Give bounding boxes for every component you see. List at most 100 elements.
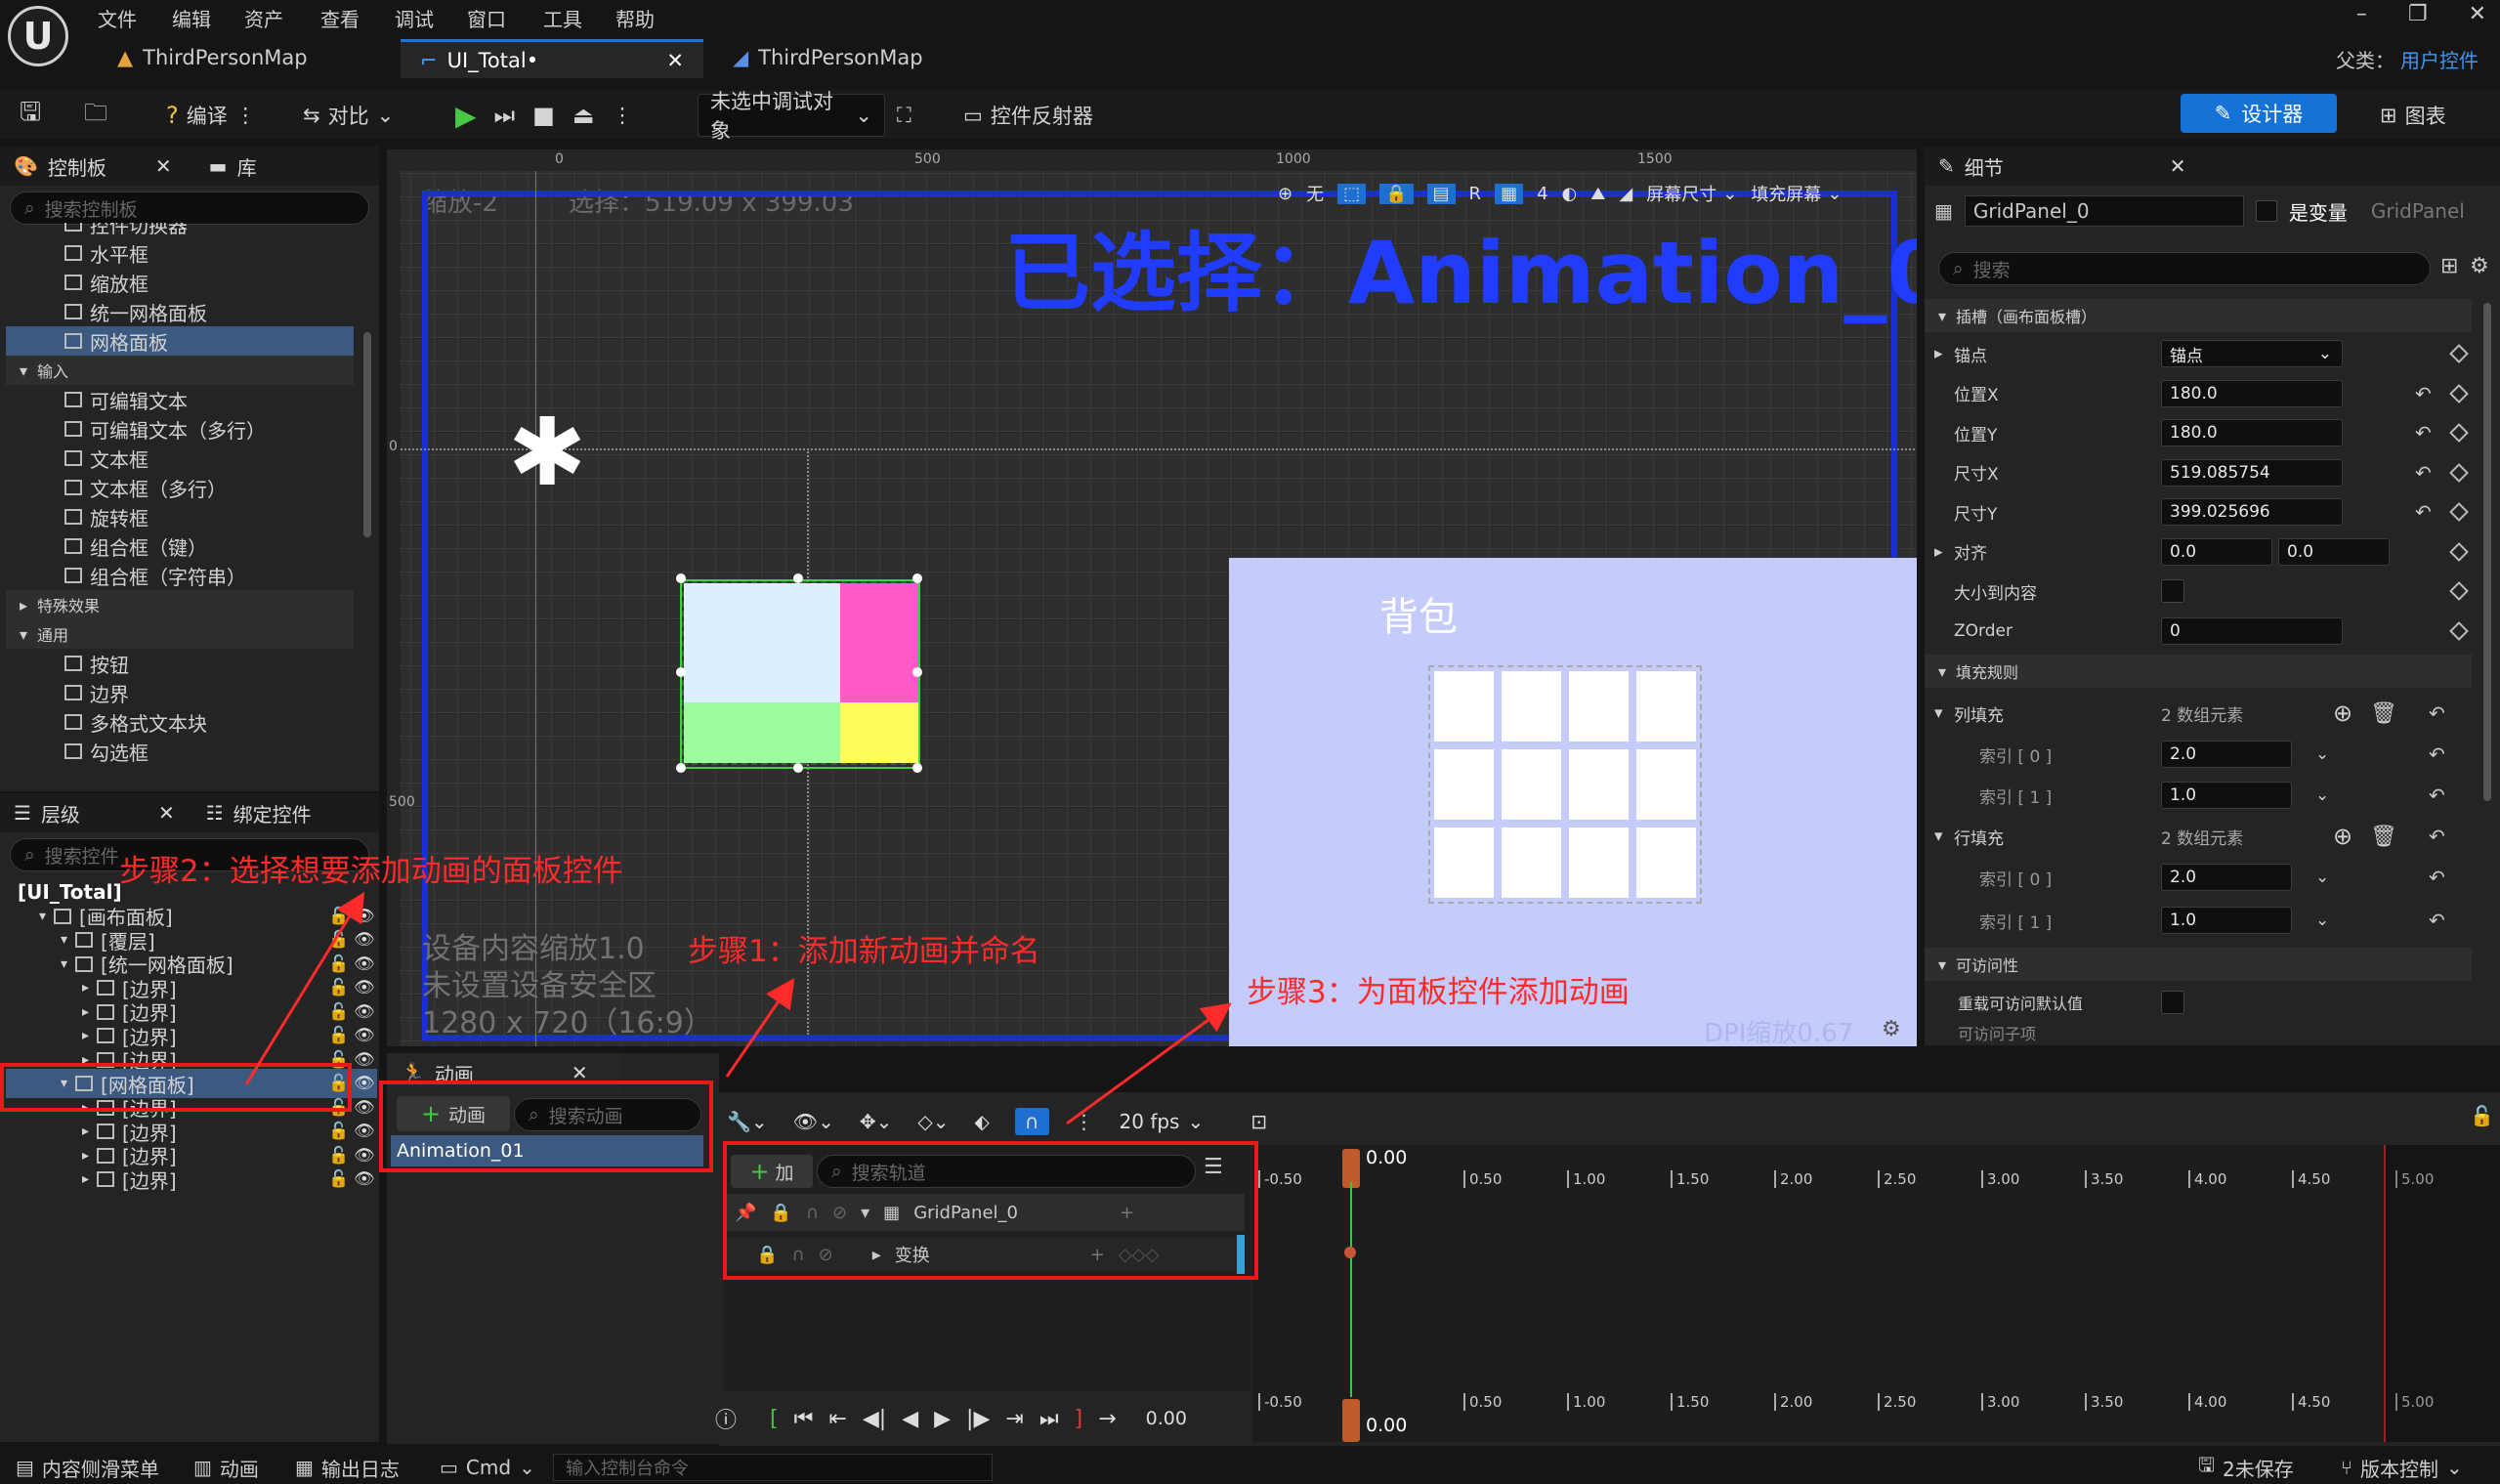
- inventory-slot[interactable]: [1569, 827, 1629, 898]
- chevron-icon[interactable]: ▸: [82, 1171, 89, 1187]
- curve-editor-icon[interactable]: ⊡: [1250, 1110, 1267, 1133]
- browse-icon[interactable]: 🗀: [84, 94, 107, 137]
- inventory-slot[interactable]: [1569, 749, 1629, 820]
- palette-section[interactable]: ▾ 通用: [6, 619, 354, 649]
- reset-icon[interactable]: ↶: [2415, 421, 2432, 445]
- close-tab-icon[interactable]: ✕: [158, 801, 175, 825]
- override-access-checkbox[interactable]: [2161, 991, 2184, 1014]
- palette-item[interactable]: 勾选框: [6, 737, 354, 766]
- menu-item[interactable]: 查看: [320, 4, 360, 32]
- reset-icon[interactable]: ↶: [2429, 784, 2445, 807]
- snap-options-icon[interactable]: ⋮: [1075, 1110, 1094, 1133]
- resize-handle[interactable]: [676, 763, 686, 773]
- palette-item[interactable]: 统一网格面板: [6, 297, 354, 326]
- chevron-down-icon[interactable]: ⌄: [2315, 911, 2329, 930]
- keyframe-diamond-icon[interactable]: [2449, 383, 2469, 403]
- chevron-icon[interactable]: ▸: [82, 1004, 89, 1020]
- lock-icon[interactable]: 🔓: [2470, 1104, 2494, 1127]
- close-tab-icon[interactable]: ✕: [2170, 154, 2186, 178]
- eye-icon[interactable]: 👁: [354, 1146, 375, 1166]
- lock-icon[interactable]: 🔓: [328, 1002, 349, 1022]
- reset-icon[interactable]: ↶: [2429, 742, 2445, 766]
- lock-icon[interactable]: 🔓: [328, 907, 349, 926]
- current-time[interactable]: 0.00: [1146, 1408, 1187, 1429]
- palette-item[interactable]: 多格式文本块: [6, 707, 354, 737]
- resize-handle[interactable]: [912, 667, 922, 677]
- lock-icon[interactable]: 🔓: [328, 1122, 349, 1141]
- eye-icon[interactable]: 👁: [354, 978, 375, 997]
- grid-size[interactable]: 4: [1537, 184, 1547, 204]
- wrench-icon[interactable]: 🔧⌄: [727, 1110, 768, 1133]
- prev-key-icon[interactable]: ⇤: [828, 1407, 846, 1431]
- cmd-dropdown[interactable]: ▭ Cmd ⌄: [440, 1454, 535, 1481]
- details-scrollbar[interactable]: [2483, 303, 2491, 801]
- palette-item[interactable]: 水平框: [6, 238, 354, 268]
- source-control-button[interactable]: ⑂ 版本控制 ⌄: [2341, 1454, 2463, 1481]
- lock-icon[interactable]: 🔓: [328, 930, 349, 950]
- eye-icon[interactable]: 👁: [354, 954, 375, 974]
- add-element-icon[interactable]: ⊕: [2333, 700, 2352, 727]
- eye-icon[interactable]: 👁⌄: [793, 1110, 834, 1133]
- chevron-icon[interactable]: ▸: [82, 1148, 89, 1164]
- chevron-icon[interactable]: ▾: [61, 932, 67, 948]
- view-options-icon[interactable]: ⊞: [2440, 254, 2458, 278]
- property-input[interactable]: 0: [2161, 616, 2343, 645]
- eye-icon[interactable]: 👁: [354, 1169, 375, 1189]
- settings-icon[interactable]: ⚙: [1882, 1017, 1901, 1041]
- designer-button[interactable]: ✎ 设计器: [2181, 94, 2337, 133]
- details-search-input[interactable]: ⌕ 搜索: [1938, 252, 2431, 285]
- eye-icon[interactable]: 👁: [354, 1098, 375, 1118]
- close-tab-icon[interactable]: ✕: [155, 154, 172, 178]
- palette-item[interactable]: 按钮: [6, 649, 354, 678]
- auto-key-icon[interactable]: ⬖: [974, 1110, 989, 1133]
- keyframe-diamond-icon[interactable]: [2449, 502, 2469, 522]
- close-tab-icon[interactable]: ✕: [666, 49, 684, 72]
- eye-icon[interactable]: 👁: [354, 1002, 375, 1022]
- tab-ui-total[interactable]: ⌐ UI_Total• ✕: [401, 39, 703, 78]
- inventory-slot[interactable]: [1502, 671, 1561, 742]
- bindings-tab[interactable]: 绑定控件: [233, 799, 312, 827]
- keyframe-diamond-icon[interactable]: [2449, 344, 2469, 363]
- debug-filter-icon[interactable]: ⛶: [897, 94, 911, 137]
- palette-item[interactable]: 可编辑文本: [6, 385, 354, 414]
- play-icon[interactable]: ▶: [934, 1407, 951, 1431]
- property-checkbox[interactable]: [2161, 579, 2184, 603]
- add-element-icon[interactable]: ⊕: [2333, 823, 2352, 850]
- palette-item[interactable]: 文本框: [6, 444, 354, 473]
- menu-item[interactable]: 资产: [244, 4, 283, 32]
- row-fill-1-input[interactable]: 1.0: [2161, 907, 2292, 934]
- keyframe-icon[interactable]: ◇⌄: [917, 1110, 949, 1133]
- palette-item[interactable]: 控件切换器: [6, 223, 354, 238]
- inventory-slot[interactable]: [1636, 749, 1696, 820]
- reverse-icon[interactable]: ◀: [902, 1407, 918, 1431]
- respect-locks-icon[interactable]: ▤: [1426, 183, 1456, 204]
- menu-item[interactable]: 帮助: [615, 4, 655, 32]
- tab-thirdpersonmap-2[interactable]: ◢ ThirdPersonMap: [713, 41, 943, 74]
- property-input[interactable]: 180.0: [2161, 419, 2343, 446]
- inventory-slot[interactable]: [1502, 749, 1561, 820]
- widget-name-input[interactable]: GridPanel_0: [1964, 195, 2244, 227]
- resize-handle[interactable]: [676, 573, 686, 583]
- chevron-icon[interactable]: ▸: [82, 980, 89, 996]
- eject-icon[interactable]: ⏏: [572, 102, 595, 129]
- reset-icon[interactable]: ↶: [2429, 825, 2445, 848]
- parent-class-link[interactable]: 用户控件: [2400, 45, 2479, 73]
- inventory-slot[interactable]: [1434, 671, 1494, 742]
- keyframe-diamond-icon[interactable]: [2449, 620, 2469, 641]
- jump-start-icon[interactable]: ⏮: [794, 1407, 814, 1431]
- eye-icon[interactable]: 👁: [354, 1074, 375, 1093]
- chevron-icon[interactable]: ▸: [82, 1028, 89, 1043]
- grid-snap-icon[interactable]: ▦: [1495, 183, 1524, 204]
- minimize-icon[interactable]: –: [2356, 2, 2367, 26]
- slope-icon[interactable]: ◢: [1619, 184, 1632, 204]
- reset-icon[interactable]: ↶: [2415, 500, 2432, 524]
- save-icon[interactable]: 🖫: [20, 94, 41, 137]
- menu-item[interactable]: 编辑: [172, 4, 211, 32]
- resize-handle[interactable]: [676, 667, 686, 677]
- jump-end-icon[interactable]: ⏭: [1039, 1407, 1059, 1431]
- menu-item[interactable]: 工具: [543, 4, 582, 32]
- palette-item[interactable]: 网格面板: [6, 326, 354, 356]
- range-end-icon[interactable]: ]: [1075, 1407, 1083, 1431]
- reset-icon[interactable]: ↶: [2429, 701, 2445, 725]
- lock-icon[interactable]: 🔓: [328, 978, 349, 997]
